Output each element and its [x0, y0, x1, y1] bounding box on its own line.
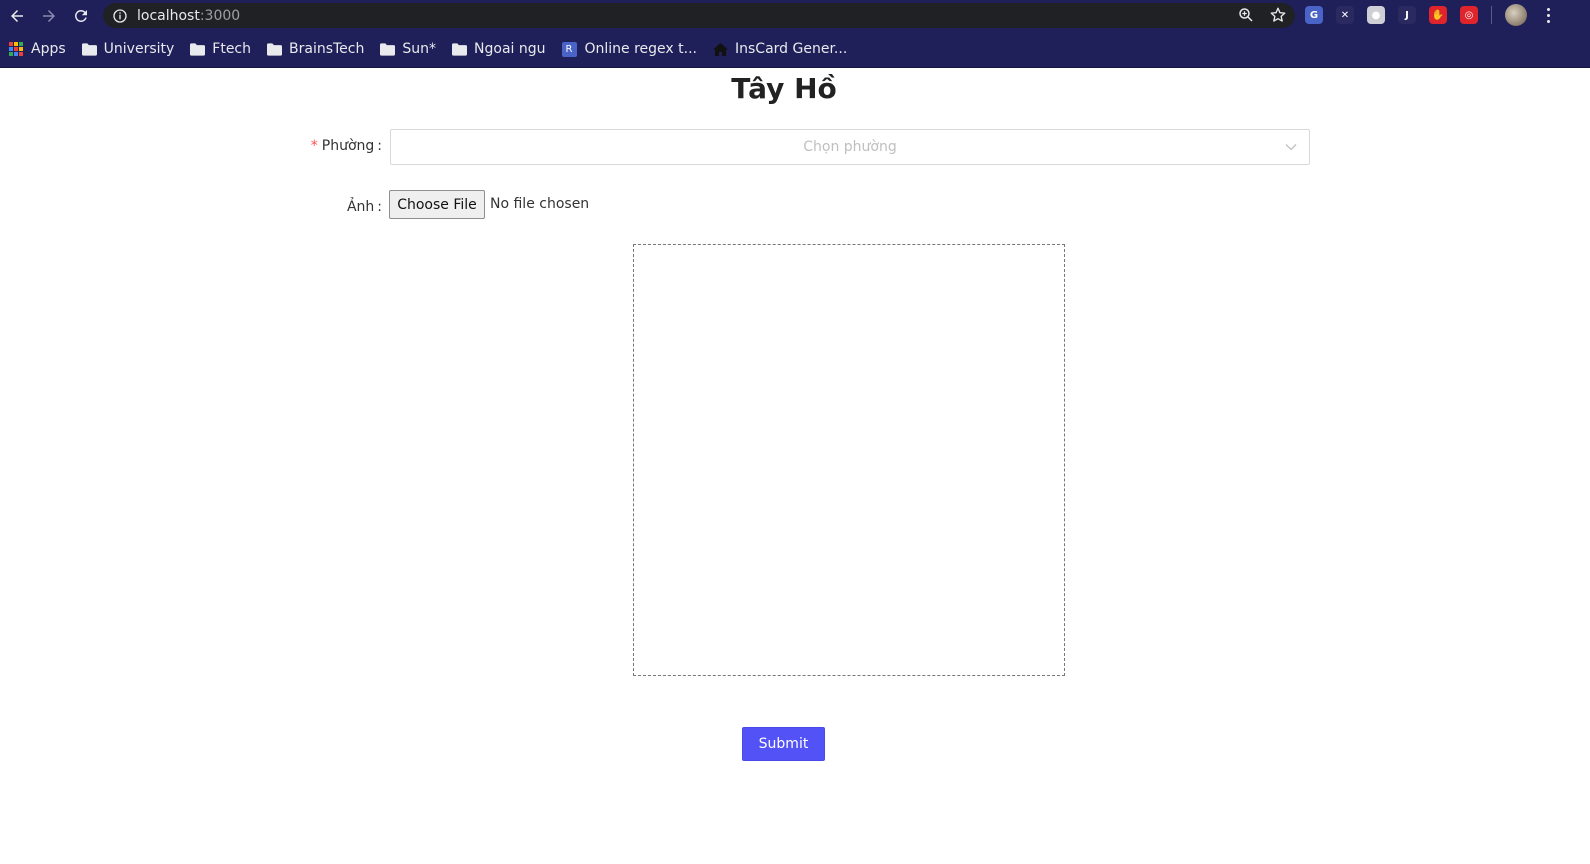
bookmark-item[interactable]: R Online regex t... [561, 41, 698, 57]
bookmarks-bar: Apps University Ftech BrainsTech Sun* Ngoai n… [0, 31, 1590, 68]
bookmark-item[interactable]: Ngoai ngu [452, 41, 546, 57]
image-preview-area [633, 244, 1065, 676]
ward-label: * Phường: [310, 138, 382, 154]
bookmark-label: BrainsTech [289, 41, 365, 57]
toolbar-separator [1491, 6, 1492, 24]
bookmark-star-icon[interactable] [1269, 6, 1287, 24]
bookmark-label: Sun* [402, 41, 437, 57]
folder-icon [380, 42, 396, 56]
folder-icon [452, 42, 468, 56]
arrow-left-icon [11, 9, 23, 22]
browser-toolbar: localhost:3000 G ✕ ● J ✋ ◎ [0, 0, 1590, 31]
bookmark-label: Ftech [212, 41, 252, 57]
translate-extension-icon[interactable]: G [1305, 6, 1323, 24]
ward-select[interactable]: Chọn phường [390, 129, 1310, 165]
back-button[interactable] [6, 5, 28, 27]
chevron-down-icon [1285, 144, 1297, 151]
image-label: Ảnh: [346, 199, 382, 215]
arrow-right-icon [43, 9, 55, 22]
shield-extension-icon[interactable]: ◎ [1460, 6, 1478, 24]
bookmark-item[interactable]: Apps [9, 41, 66, 57]
bookmark-item[interactable]: BrainsTech [267, 41, 364, 57]
url-text: localhost:3000 [137, 7, 241, 24]
required-mark: * [310, 138, 318, 154]
ward-select-placeholder: Chọn phường [803, 139, 897, 155]
apps-grid-icon [9, 42, 23, 56]
folder-icon [81, 42, 97, 56]
folder-icon [190, 42, 206, 56]
browser-menu-icon[interactable] [1540, 6, 1556, 24]
ghost-extension-icon[interactable]: ● [1367, 6, 1385, 24]
x-extension-icon[interactable]: ✕ [1336, 6, 1354, 24]
j-extension-icon[interactable]: J [1398, 6, 1416, 24]
extensions-area: G ✕ ● J ✋ ◎ [1305, 4, 1556, 26]
page-title: Tây Hồ [731, 72, 837, 105]
zoom-icon[interactable] [1237, 6, 1255, 24]
red-hand-extension-icon[interactable]: ✋ [1429, 6, 1447, 24]
bookmark-label: Apps [31, 41, 66, 57]
bookmark-item[interactable]: InsCard Gener... [713, 41, 847, 57]
address-bar[interactable]: localhost:3000 [103, 3, 1295, 28]
home-icon [713, 42, 728, 56]
choose-file-button[interactable]: Choose File [389, 190, 485, 219]
submit-button[interactable]: Submit [742, 727, 825, 761]
forward-button[interactable] [38, 5, 60, 27]
reload-button[interactable] [70, 5, 92, 27]
info-icon[interactable] [112, 8, 128, 24]
bookmark-label: Online regex t... [584, 41, 698, 57]
bookmark-item[interactable]: Ftech [190, 41, 251, 57]
bookmark-label: University [103, 41, 175, 57]
folder-icon [267, 42, 283, 56]
file-status-text: No file chosen [490, 196, 590, 212]
bookmark-item[interactable]: Sun* [380, 41, 436, 57]
reload-icon [75, 9, 87, 22]
bookmark-label: InsCard Gener... [735, 41, 848, 57]
profile-avatar[interactable] [1505, 4, 1527, 26]
bookmark-label: Ngoai ngu [474, 41, 546, 57]
bookmark-item[interactable]: University [81, 41, 175, 57]
regex-r-icon: R [561, 41, 577, 57]
